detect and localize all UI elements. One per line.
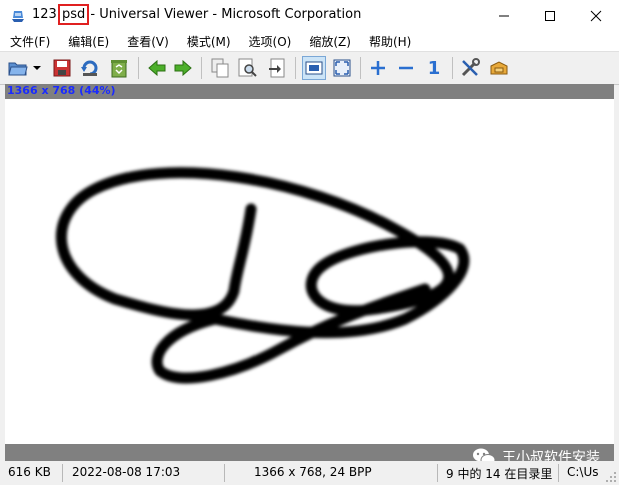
save-icon — [53, 59, 71, 77]
copy-button[interactable] — [208, 56, 232, 80]
dropdown-arrow-icon — [33, 66, 41, 70]
delete-button[interactable] — [107, 56, 131, 80]
reload-icon — [81, 60, 98, 76]
toolbar-separator — [452, 57, 453, 79]
menu-file[interactable]: 文件(F) — [0, 31, 58, 51]
menu-zoom[interactable]: 缩放(Z) — [299, 31, 359, 51]
status-date: 2022-08-08 17:03 — [72, 465, 181, 479]
status-path: C:\Us — [567, 465, 599, 479]
title-bar: 123.psd - Universal Viewer - Microsoft C… — [0, 0, 619, 31]
minimize-button[interactable] — [481, 0, 527, 31]
goto-button[interactable] — [265, 56, 289, 80]
app-icon — [12, 11, 24, 22]
forward-arrow-icon — [174, 60, 192, 76]
recycle-icon — [111, 60, 127, 78]
menu-edit[interactable]: 编辑(E) — [58, 31, 117, 51]
back-arrow-icon — [148, 60, 166, 76]
menu-mode[interactable]: 模式(M) — [177, 31, 239, 51]
toolbar: 1 — [0, 51, 619, 85]
zoom-out-button[interactable] — [394, 56, 418, 80]
file-extension-highlight: psd — [57, 4, 90, 25]
find-button[interactable] — [236, 56, 260, 80]
save-button[interactable] — [50, 56, 74, 80]
resize-grip-icon[interactable] — [605, 471, 617, 483]
fullscreen-button[interactable] — [330, 56, 354, 80]
previous-file-button[interactable] — [145, 56, 169, 80]
goto-icon — [269, 58, 285, 78]
status-dimensions: 1366 x 768, 24 BPP — [254, 465, 372, 479]
maximize-button[interactable] — [527, 0, 573, 31]
image-info-text: 1366 x 768 (44%) — [7, 84, 116, 97]
menu-help[interactable]: 帮助(H) — [359, 31, 419, 51]
toolbar-separator — [295, 57, 296, 79]
open-button[interactable] — [6, 56, 30, 80]
status-bar: 616 KB 2022-08-08 17:03 1366 x 768, 24 B… — [0, 461, 619, 485]
menu-options[interactable]: 选项(O) — [239, 31, 300, 51]
toolbar-separator — [360, 57, 361, 79]
image-canvas[interactable] — [5, 99, 614, 444]
close-button[interactable] — [573, 0, 619, 31]
copy-icon — [211, 58, 229, 78]
status-file-size: 616 KB — [8, 465, 51, 479]
toolbar-separator — [201, 57, 202, 79]
toolbar-separator — [138, 57, 139, 79]
maximize-icon — [545, 10, 555, 21]
close-icon — [590, 10, 602, 21]
zoom-original-button[interactable]: 1 — [422, 56, 446, 80]
menu-bar: 文件(F) 编辑(E) 查看(V) 模式(M) 选项(O) 缩放(Z) 帮助(H… — [0, 31, 619, 51]
status-divider — [62, 464, 63, 482]
zoom-in-button[interactable] — [366, 56, 390, 80]
open-folder-icon — [8, 62, 28, 76]
tools-icon — [461, 58, 480, 77]
fullscreen-icon — [333, 59, 351, 77]
signature-image — [55, 167, 470, 384]
status-divider — [437, 464, 438, 482]
open-dropdown-button[interactable] — [31, 56, 43, 80]
window-title: 123.psd - Universal Viewer - Microsoft C… — [32, 4, 362, 25]
menu-view[interactable]: 查看(V) — [117, 31, 177, 51]
fit-window-button[interactable] — [302, 56, 326, 80]
fit-window-icon — [305, 61, 323, 75]
zoom-in-icon — [371, 61, 385, 75]
find-icon — [238, 58, 257, 77]
plugins-button[interactable] — [487, 56, 511, 80]
options-button[interactable] — [458, 56, 482, 80]
status-divider — [224, 464, 225, 482]
image-info-bar: 1366 x 768 (44%) — [5, 84, 614, 99]
zoom-out-icon — [399, 66, 413, 70]
reload-button[interactable] — [78, 56, 102, 80]
minimize-icon — [499, 15, 509, 16]
status-position: 9 中的 14 在目录里 — [446, 467, 553, 481]
next-file-button[interactable] — [171, 56, 195, 80]
status-divider — [558, 464, 559, 482]
plugins-icon — [490, 61, 508, 75]
